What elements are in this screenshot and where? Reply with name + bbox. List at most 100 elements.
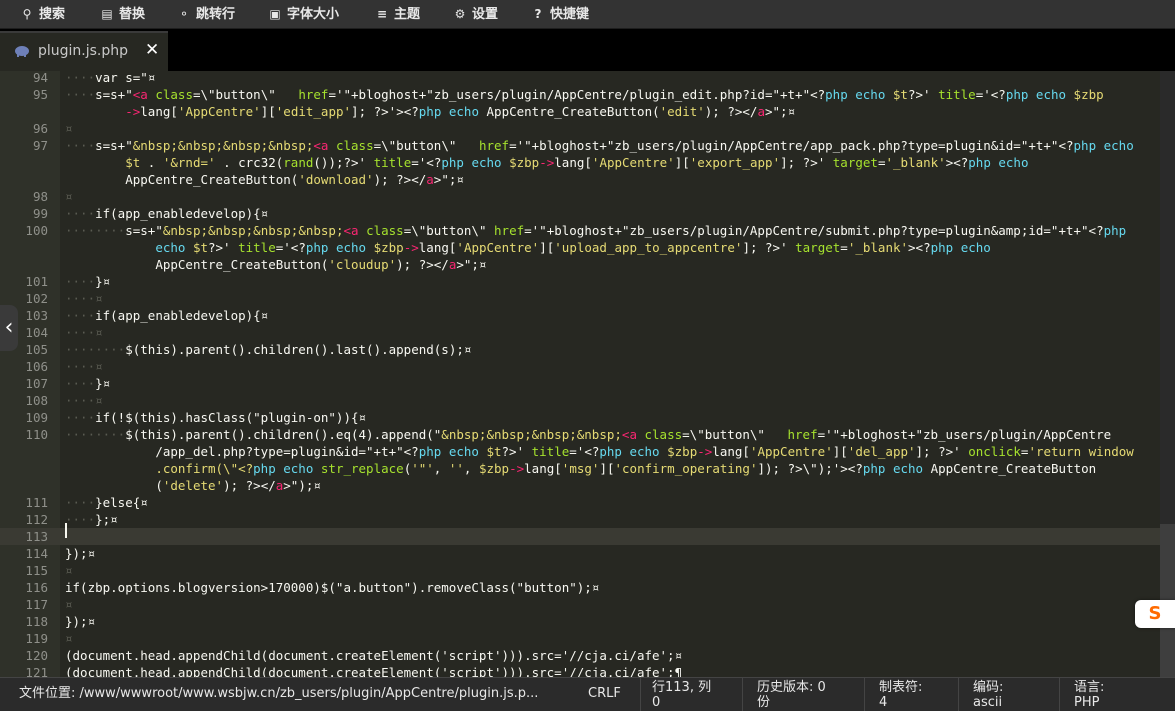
code-line[interactable]: echo $t?>' title='<?php echo $zbp->lang[… [0,239,1160,256]
tab-plugin-js-php[interactable]: plugin.js.php ✕ [0,31,168,73]
line-code: ····if(!$(this).hasClass("plugin-on")){¤ [65,409,366,426]
code-token: echo [155,240,186,255]
code-token: >";¤ [433,172,464,187]
code-line[interactable]: 94 ····var s="¤ [0,71,1160,86]
code-token: ···· [65,308,96,323]
code-token: >");¤ [283,478,321,493]
code-line[interactable]: 120 (document.head.appendChild(document.c… [0,647,1160,664]
code-token: a [757,104,765,119]
code-token: php echo [968,155,1029,170]
code-token: php echo [599,444,660,459]
collapse-sidebar-icon[interactable]: ‹ [0,305,18,351]
font-size-button[interactable]: ▣ 字体大小 [268,0,339,28]
goto-line-button[interactable]: ⚬ 跳转行 [177,0,235,28]
code-line[interactable]: AppCentre_CreateButton('cloudup'); ?></a… [0,256,1160,273]
cursor-position[interactable]: 行113, 列0 [652,678,711,711]
line-number: 94 [32,71,48,85]
code-line[interactable]: 100 ········s=s+"&nbsp;&nbsp;&nbsp;&nbsp;… [0,222,1160,239]
code-token: rand [283,155,314,170]
tab-bar: plugin.js.php ✕ [0,29,1175,73]
code-line[interactable]: 95 ····s=s+"<a class=\"button\" href='"+b… [0,86,1160,103]
code-line[interactable]: 101 ····}¤ [0,273,1160,290]
code-line[interactable]: 104 ····¤ [0,324,1160,341]
line-code: ····}¤ [65,375,110,392]
code-token: AppCentre_CreateButton( [155,257,329,272]
ime-indicator-icon[interactable]: S [1135,600,1175,628]
code-line[interactable]: 111 ····}else{¤ [0,494,1160,511]
code-line[interactable]: 106 ····¤ [0,358,1160,375]
code-line[interactable]: 103 ····if(app_enabledevelop){¤ [0,307,1160,324]
code-line[interactable]: 115 ¤ [0,562,1160,579]
code-token: php echo [1005,87,1067,102]
code-line[interactable]: 113 [0,528,1160,545]
code-token: ='"+bloghost+"zb_users/plugin/AppCentre/… [509,138,1074,153]
code-token: ····¤ [65,359,103,374]
line-number: 107 [25,376,48,391]
encoding-label: 编码: [973,680,1004,695]
code-line[interactable]: 96 ¤ [0,120,1160,137]
replace-button[interactable]: ▤ 替换 [100,0,145,28]
language[interactable]: 语言: PHP [1074,678,1104,711]
code-line[interactable]: 117 ¤ [0,596,1160,613]
code-token: ]; ?>' [915,444,969,459]
settings-button[interactable]: ⚙ 设置 [453,0,498,28]
code-token: title [373,155,412,170]
file-path: 文件位置: /www/wwwroot/www.wsbjw.cn/zb_users… [19,686,539,701]
code-line[interactable]: 109 ····if(!$(this).hasClass("plugin-on")… [0,409,1160,426]
code-line[interactable]: 98 ¤ [0,188,1160,205]
code-token: ···· [65,206,96,221]
code-line[interactable]: 121 (document.head.appendChild(document.c… [0,664,1160,677]
code-line[interactable]: 112 ····};¤ [0,511,1160,528]
code-token: title [938,87,976,102]
code-line[interactable]: $t . '&rnd=' . crc32(rand());?>' title='… [0,154,1160,171]
code-editor[interactable]: 94 ····var s="¤ 95 ····s=s+"<a class=\"butt… [0,71,1160,677]
code-token: if(zbp.options.blogversion>170000)$("a.b… [65,580,600,595]
code-line[interactable]: 97 ····s=s+"&nbsp;&nbsp;&nbsp;&nbsp;<a cl… [0,137,1160,154]
code-line[interactable]: 119 ¤ [0,630,1160,647]
code-line[interactable]: 107 ····}¤ [0,375,1160,392]
line-code: ····if(app_enabledevelop){¤ [65,205,268,222]
line-number: 99 [32,206,48,221]
line-number: 110 [25,427,48,442]
line-number: 112 [25,512,48,527]
code-line[interactable]: 102 ····¤ [0,290,1160,307]
code-line[interactable]: 116 if(zbp.options.blogversion>170000)$("… [0,579,1160,596]
code-line[interactable]: AppCentre_CreateButton('download'); ?></… [0,171,1160,188]
history-versions[interactable]: 历史版本: 0份 [757,678,826,711]
cursor-position-label: 行113, 列 [652,680,712,695]
code-line[interactable]: .confirm(\"<?php echo str_replace('"', '… [0,460,1160,477]
code-token: 'AppCentre' [749,444,833,459]
code-line[interactable]: 114});¤ [0,545,1160,562]
line-code: ····var s="¤ [65,71,155,86]
status-bar: 文件位置: /www/wwwroot/www.wsbjw.cn/zb_users… [0,677,1175,711]
code-line[interactable]: 110 ········$(this).parent().children().e… [0,426,1160,443]
line-ending[interactable]: CRLF [588,678,621,711]
code-token: ···· [65,274,96,289]
line-code: /app_del.php?type=plugin&id="+t+"<?php e… [65,443,1133,460]
code-line[interactable]: 105 ········$(this).parent().children().l… [0,341,1160,358]
code-line[interactable]: /app_del.php?type=plugin&id="+t+"<?php e… [0,443,1160,460]
code-line[interactable]: ('delete'); ?></a>");¤ [0,477,1160,494]
line-code: ····};¤ [65,511,118,528]
code-line[interactable]: ->lang['AppCentre']['edit_app']; ?>'><?p… [0,103,1160,120]
code-token: $(this).parent().children().eq(4).append… [125,427,442,442]
close-icon[interactable]: ✕ [145,40,159,60]
code-line[interactable]: 99 ····if(app_enabledevelop){¤ [0,205,1160,222]
theme-button[interactable]: ≡ 主题 [375,0,420,28]
code-token: '"' [411,461,434,476]
tab-size[interactable]: 制表符: 4 [879,678,922,711]
encoding[interactable]: 编码: ascii [973,678,1003,711]
search-button[interactable]: ⚲ 搜索 [20,0,65,28]
shortcuts-button[interactable]: ? 快捷键 [531,0,590,28]
code-token: -> [509,461,525,476]
code-line[interactable]: 108 ····¤ [0,392,1160,409]
line-code: ····}¤ [65,273,110,290]
code-token: '_blank' [885,155,946,170]
code-token: href [290,87,329,102]
code-line[interactable]: 118});¤ [0,613,1160,630]
line-code: ¤ [65,188,73,205]
code-token: = [840,240,848,255]
code-token: $zbp [659,444,698,459]
line-code: ('delete'); ?></a>");¤ [65,477,321,494]
